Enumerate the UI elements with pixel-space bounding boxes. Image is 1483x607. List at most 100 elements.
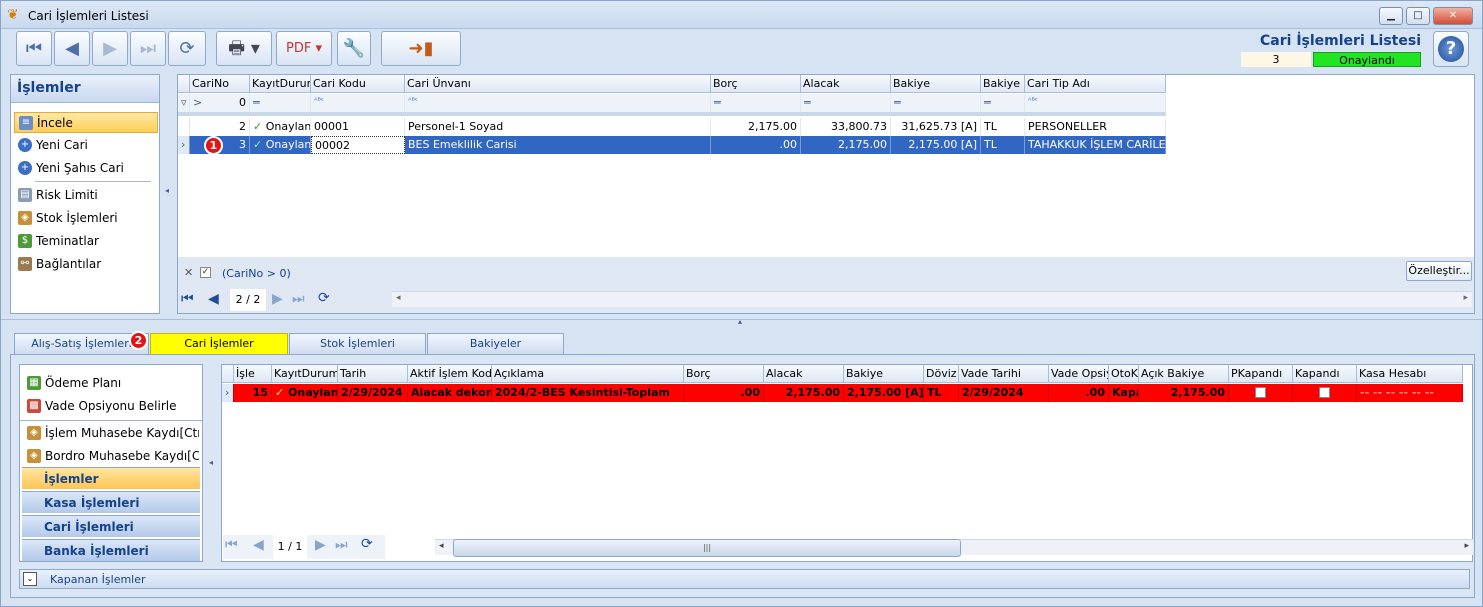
tab-stok-islemleri[interactable]: Stok İşlemleri bbox=[289, 333, 426, 354]
pager-prev-icon[interactable]: ◀ bbox=[208, 291, 219, 307]
nav-item-baglantilar[interactable]: ⚯ Bağlantılar bbox=[14, 254, 158, 275]
filter-cari-kodu[interactable]: ᴬᴮᶜ bbox=[311, 94, 405, 112]
col-header-pkapandi[interactable]: PKapandı bbox=[1229, 365, 1293, 383]
cell-acik-bakiye[interactable]: 2,175.00 bbox=[1139, 384, 1229, 402]
refresh-button[interactable]: ⟳ bbox=[168, 31, 206, 66]
sub-nav-odeme-plani[interactable]: ▦ Ödeme Planı bbox=[23, 373, 199, 394]
cell-tarih[interactable]: 2/29/2024 bbox=[338, 384, 408, 402]
col-header-vade-tarihi[interactable]: Vade Tarihi bbox=[959, 365, 1049, 383]
cell-otoka[interactable]: Kapa bbox=[1109, 384, 1139, 402]
cell-pkapandi[interactable] bbox=[1229, 384, 1293, 402]
help-button[interactable]: ? bbox=[1433, 31, 1469, 67]
col-header-aktif-islem-kodu[interactable]: Aktif İşlem Kodu bbox=[408, 365, 492, 383]
col-header-bakiye[interactable]: Bakiye bbox=[891, 75, 981, 93]
cell-borc[interactable]: .00 bbox=[711, 136, 801, 154]
splitter[interactable]: ▴ bbox=[1, 317, 1482, 326]
minimize-button[interactable]: ▁ bbox=[1379, 7, 1403, 25]
cell-alacak[interactable]: 2,175.00 bbox=[764, 384, 844, 402]
cell-carino[interactable]: 2 bbox=[190, 118, 250, 136]
group-islemler[interactable]: İşlemler bbox=[22, 467, 200, 489]
kapandi-checkbox[interactable] bbox=[1319, 387, 1330, 398]
col-header-borc[interactable]: Borç bbox=[711, 75, 801, 93]
cell-borc[interactable]: .00 bbox=[684, 384, 764, 402]
cell-cari-kodu-focused[interactable]: 00002 bbox=[311, 136, 405, 154]
group-banka-islemleri[interactable]: Banka İşlemleri bbox=[22, 539, 200, 561]
collapse-sub-nav-icon[interactable]: ◂ bbox=[209, 458, 213, 467]
cell-bakiye-d[interactable]: TL bbox=[981, 118, 1025, 136]
filter-enabled-checkbox[interactable]: ✓ bbox=[200, 267, 211, 278]
col-header-kayitdurumu[interactable]: KayıtDurumu bbox=[272, 365, 338, 383]
cell-cari-tip-adi[interactable]: PERSONELLER bbox=[1025, 118, 1166, 136]
cell-kayitdurumu[interactable]: ✓ Onaylan bbox=[250, 136, 311, 154]
filter-cari-unvani[interactable]: ᴬᴮᶜ bbox=[405, 94, 711, 112]
cell-aciklama[interactable]: 2024/2-BES Kesintisi-Toplam bbox=[492, 384, 684, 402]
clear-filter-icon[interactable]: ✕ bbox=[184, 266, 193, 279]
col-header-cari-kodu[interactable]: Cari Kodu bbox=[311, 75, 405, 93]
filter-borc[interactable]: ═ bbox=[711, 94, 801, 112]
close-button[interactable]: ✕ bbox=[1433, 7, 1473, 25]
settings-button[interactable]: 🔧 bbox=[337, 31, 371, 66]
cell-cari-unvani[interactable]: BES Emeklilik Carisi bbox=[405, 136, 711, 154]
first-record-button[interactable]: ⏮ bbox=[16, 31, 52, 66]
last-record-button[interactable]: ⏭ bbox=[130, 31, 166, 66]
cell-doviz[interactable]: TL bbox=[924, 384, 959, 402]
cell-kasa-hesabi[interactable]: -- -- -- -- -- -- bbox=[1357, 384, 1463, 402]
scroll-right-icon[interactable]: ▸ bbox=[1464, 541, 1469, 551]
cell-cari-tip-adi[interactable]: TAHAKKUK İŞLEM CARİLERİ bbox=[1025, 136, 1166, 154]
cell-aktif-islem-kodu[interactable]: Alacak dekont bbox=[408, 384, 492, 402]
col-header-tarih[interactable]: Tarih bbox=[338, 365, 408, 383]
customize-button[interactable]: Özelleştir... bbox=[1406, 261, 1472, 281]
filter-kayitdurumu[interactable]: ═ bbox=[250, 94, 311, 112]
group-kasa-islemleri[interactable]: Kasa İşlemleri bbox=[22, 491, 200, 513]
pager-refresh-icon[interactable]: ⟳ bbox=[318, 290, 330, 306]
cell-isle[interactable]: 15 bbox=[234, 384, 272, 402]
col-header-kapandi[interactable]: Kapandı bbox=[1293, 365, 1357, 383]
pager-next-icon[interactable]: ▶ bbox=[315, 537, 326, 553]
col-header-acik-bakiye[interactable]: Açık Bakiye bbox=[1139, 365, 1229, 383]
col-header-kasa-hesabi[interactable]: Kasa Hesabı bbox=[1357, 365, 1463, 383]
export-pdf-button[interactable]: PDF ▾ bbox=[276, 31, 332, 66]
col-header-kayitdurumu[interactable]: KayıtDurumu bbox=[250, 75, 311, 93]
pkapandi-checkbox[interactable] bbox=[1255, 387, 1266, 398]
filter-expression[interactable]: (CariNo > 0) bbox=[222, 267, 291, 280]
collapse-left-icon[interactable]: ◂ bbox=[165, 186, 169, 195]
col-header-borc[interactable]: Borç bbox=[684, 365, 764, 383]
next-record-button[interactable]: ▶ bbox=[92, 31, 128, 66]
col-header-carino[interactable]: CariNo bbox=[190, 75, 250, 93]
col-header-alacak[interactable]: Alacak bbox=[801, 75, 891, 93]
col-header-otoka[interactable]: OtoKa bbox=[1109, 365, 1139, 383]
pager-last-icon[interactable]: ⏭ bbox=[335, 537, 348, 553]
pager-last-icon[interactable]: ⏭ bbox=[292, 291, 305, 307]
nav-item-yeni-sahis-cari[interactable]: + Yeni Şahıs Cari bbox=[14, 158, 158, 179]
filter-alacak[interactable]: ═ bbox=[801, 94, 891, 112]
closed-transactions-bar[interactable]: ⌄ Kapanan İşlemler bbox=[19, 569, 1470, 589]
sub-nav-islem-muhasebe[interactable]: ◈ İşlem Muhasebe Kaydı[Ctrl... bbox=[23, 423, 199, 444]
cell-alacak[interactable]: 33,800.73 bbox=[801, 118, 891, 136]
filter-bakiye-d[interactable]: ═ bbox=[981, 94, 1025, 112]
splitter-up-icon[interactable]: ▴ bbox=[738, 317, 742, 326]
cell-borc[interactable]: 2,175.00 bbox=[711, 118, 801, 136]
cell-alacak[interactable]: 2,175.00 bbox=[801, 136, 891, 154]
print-button[interactable]: 🖶 ▾ bbox=[216, 31, 272, 66]
cell-bakiye[interactable]: 31,625.73 [A] bbox=[891, 118, 981, 136]
scroll-thumb[interactable]: ||| bbox=[453, 539, 961, 557]
col-header-alacak[interactable]: Alacak bbox=[764, 365, 844, 383]
col-header-vade-opsiyon[interactable]: Vade Opsiyo bbox=[1049, 365, 1109, 383]
cell-kapandi[interactable] bbox=[1293, 384, 1357, 402]
cell-vade-tarihi[interactable]: 2/29/2024 bbox=[959, 384, 1049, 402]
top-horizontal-scrollbar[interactable]: ◂ ▸ bbox=[392, 291, 1472, 307]
cell-cari-kodu[interactable]: 00001 bbox=[311, 118, 405, 136]
nav-item-stok-islemleri[interactable]: ◈ Stok İşlemleri bbox=[14, 208, 158, 229]
cell-vade-opsiyon[interactable]: .00 bbox=[1049, 384, 1109, 402]
tab-bakiyeler[interactable]: Bakiyeler bbox=[427, 333, 564, 354]
filter-carino[interactable]: >0 bbox=[190, 94, 250, 112]
col-header-bakiye[interactable]: Bakiye bbox=[844, 365, 924, 383]
nav-item-teminatlar[interactable]: $ Teminatlar bbox=[14, 231, 158, 252]
maximize-button[interactable]: □ bbox=[1406, 7, 1430, 25]
cell-bakiye-d[interactable]: TL bbox=[981, 136, 1025, 154]
bottom-horizontal-scrollbar[interactable]: ◂ ||| ▸ bbox=[435, 539, 1473, 557]
cell-bakiye[interactable]: 2,175.00 [A] bbox=[844, 384, 924, 402]
cell-bakiye[interactable]: 2,175.00 [A] bbox=[891, 136, 981, 154]
filter-cari-tip-adi[interactable]: ᴬᴮᶜ bbox=[1025, 94, 1166, 112]
sub-nav-vade-opsiyonu[interactable]: ▩ Vade Opsiyonu Belirle bbox=[23, 396, 199, 417]
